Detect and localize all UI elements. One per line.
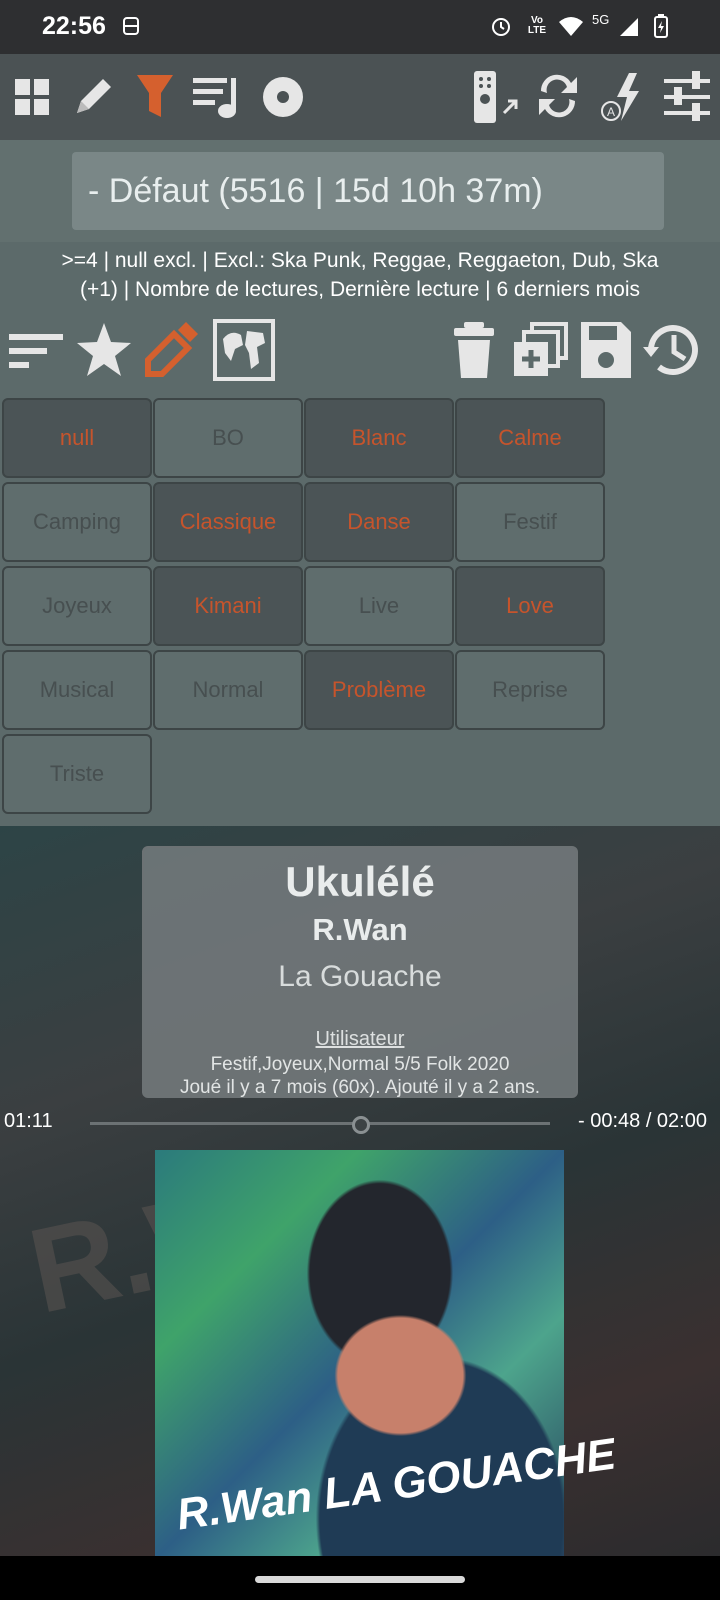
tag-chip[interactable]: Problème <box>304 650 454 730</box>
signal-icon <box>616 13 642 39</box>
tag-chip[interactable]: BO <box>153 398 303 478</box>
sort-icon[interactable] <box>4 316 68 384</box>
alarm-icon <box>488 13 514 39</box>
tag-chip[interactable]: Triste <box>2 734 152 814</box>
history-icon[interactable] <box>640 316 704 384</box>
wifi-icon <box>558 13 584 39</box>
tag-chip[interactable]: Festif <box>455 482 605 562</box>
tag-chip[interactable]: Danse <box>304 482 454 562</box>
svg-text:A: A <box>607 105 615 119</box>
filter-summary: >=4 | null excl. | Excl.: Ska Punk, Regg… <box>0 242 720 306</box>
track-info-card[interactable]: Ukulélé R.Wan La Gouache Utilisateur Fes… <box>142 846 578 1098</box>
tag-chip[interactable]: Camping <box>2 482 152 562</box>
battery-icon <box>648 13 674 39</box>
top-toolbar: A <box>0 54 720 140</box>
save-icon[interactable] <box>574 316 638 384</box>
map-icon[interactable] <box>212 316 276 384</box>
status-bar: 22:56 Vo LTE 5G <box>0 0 720 54</box>
edit-tag-icon[interactable] <box>140 316 204 384</box>
tag-chip[interactable]: Kimani <box>153 566 303 646</box>
star-icon[interactable] <box>72 316 136 384</box>
filter-actions <box>0 306 720 396</box>
trash-icon[interactable] <box>442 316 506 384</box>
remote-icon[interactable] <box>466 68 524 126</box>
tag-chip[interactable]: Joyeux <box>2 566 152 646</box>
volte-icon: Vo LTE <box>527 15 547 36</box>
tag-chip[interactable]: Classique <box>153 482 303 562</box>
tag-chip[interactable]: Normal <box>153 650 303 730</box>
grid-icon[interactable] <box>4 68 62 126</box>
filter-selector[interactable]: - Défaut (5516 | 15d 10h 37m) <box>72 152 664 230</box>
track-title: Ukulélé <box>285 858 435 905</box>
sync-icon[interactable] <box>530 68 588 126</box>
tag-chip[interactable]: Calme <box>455 398 605 478</box>
filter-summary-line1: >=4 | null excl. | Excl.: Ska Punk, Regg… <box>61 249 659 272</box>
auto-flash-icon[interactable]: A <box>594 68 652 126</box>
track-tags: Festif,Joyeux,Normal 5/5 Folk 2020 <box>210 1054 510 1075</box>
notification-icon <box>118 13 144 39</box>
tag-chip[interactable]: Live <box>304 566 454 646</box>
tag-chip[interactable]: Reprise <box>455 650 605 730</box>
track-played-info: Joué il y a 7 mois (60x). Ajouté il y a … <box>179 1077 541 1098</box>
track-artist: R.Wan <box>312 912 408 947</box>
equalizer-icon[interactable] <box>658 68 716 126</box>
status-time: 22:56 <box>42 12 106 40</box>
pencil-icon[interactable] <box>64 68 122 126</box>
disc-icon[interactable] <box>254 68 312 126</box>
playlist-icon[interactable] <box>188 68 246 126</box>
track-album: La Gouache <box>278 960 442 993</box>
home-gesture-handle[interactable] <box>255 1576 465 1583</box>
network-type: 5G <box>592 12 610 27</box>
seek-bar[interactable] <box>90 1122 550 1125</box>
tag-chip[interactable]: Musical <box>2 650 152 730</box>
tag-chip[interactable]: null <box>2 398 152 478</box>
tag-chip[interactable]: Love <box>455 566 605 646</box>
remaining-time: - 00:48 / 02:00 <box>578 1110 707 1132</box>
user-link[interactable]: Utilisateur <box>144 1028 576 1051</box>
filter-summary-line2: (+1) | Nombre de lectures, Dernière lect… <box>79 278 641 301</box>
elapsed-time: 01:11 <box>4 1110 53 1132</box>
tag-chip[interactable]: Blanc <box>304 398 454 478</box>
filter-icon[interactable] <box>126 68 184 126</box>
duplicate-icon[interactable] <box>508 316 572 384</box>
tag-grid: null BO Blanc Calme Camping Classique Danse Fes… <box>0 396 720 826</box>
